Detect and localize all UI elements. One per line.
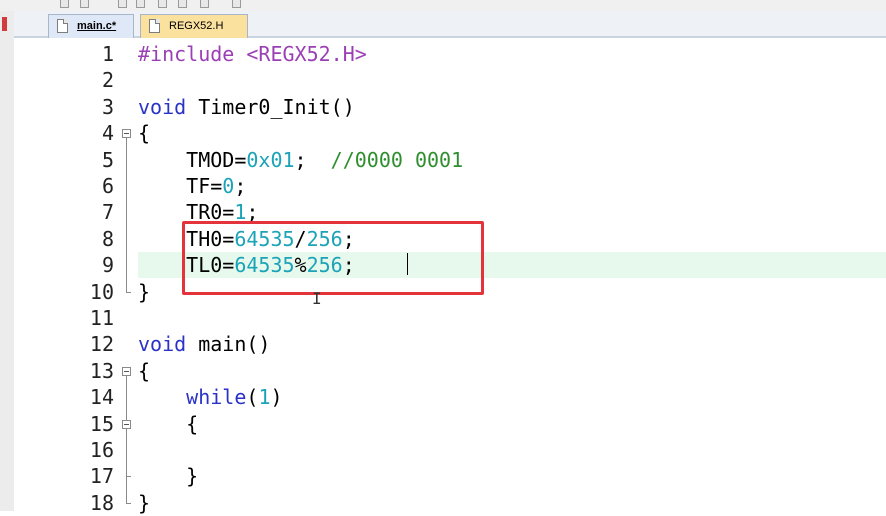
code-line[interactable]: { [138, 120, 150, 146]
code-token: //0000 0001 [330, 147, 464, 172]
tab-regx52-h[interactable]: REGX52.H [140, 14, 248, 38]
code-token: { [138, 358, 151, 383]
ibeam-cursor-icon: I [312, 289, 322, 308]
highlight-annotation-box [182, 221, 484, 295]
editor-tabbar: main.c* REGX52.H [14, 11, 886, 38]
code-token: ; [294, 147, 331, 172]
line-number: 10 [89, 279, 114, 304]
code-token: main() [186, 332, 271, 357]
toolbar-icon[interactable] [158, 0, 167, 8]
code-token: 0x01 [246, 147, 295, 172]
line-number: 12 [89, 332, 114, 357]
fold-guide [126, 428, 127, 477]
toolbar-icon[interactable] [232, 0, 241, 8]
line-number: 1 [101, 42, 114, 66]
code-token: while [186, 385, 247, 410]
project-panel-edge [0, 11, 15, 511]
code-token: ( [246, 385, 259, 410]
toolbar-icon[interactable] [80, 0, 89, 8]
code-line[interactable]: #include <REGX52.H> [138, 41, 367, 67]
fold-toggle-icon[interactable] [122, 129, 131, 139]
line-number: 17 [89, 464, 114, 489]
code-token: 1 [258, 385, 271, 410]
line-number: 18 [89, 490, 114, 515]
tab-main-c[interactable]: main.c* [48, 14, 134, 38]
header-file-icon [149, 19, 160, 33]
code-line[interactable]: void main() [138, 331, 270, 357]
line-number: 8 [101, 226, 114, 251]
line-number: 6 [101, 174, 114, 198]
fold-guide [126, 138, 127, 292]
code-token: { [138, 121, 151, 146]
line-number: 3 [101, 94, 114, 119]
line-number: 15 [89, 411, 114, 436]
code-line[interactable]: while(1) [138, 384, 283, 410]
code-token: } [138, 464, 199, 489]
line-number: 11 [89, 306, 114, 330]
code-token: } [138, 490, 151, 515]
text-caret [407, 253, 408, 275]
marker-icon [2, 17, 7, 31]
code-line[interactable]: { [138, 358, 150, 384]
tab-label: REGX52.H [169, 20, 224, 32]
fold-guide-end [126, 476, 131, 478]
toolbar-icon[interactable] [60, 0, 69, 8]
line-number: 9 [101, 253, 114, 278]
line-number: 13 [89, 358, 114, 383]
code-token: #include <REGX52.H> [138, 42, 367, 66]
code-token: ) [270, 385, 283, 410]
code-token: ; [234, 174, 247, 198]
code-line[interactable]: void Timer0_Init() [138, 94, 355, 120]
code-token: Timer0_Init() [186, 94, 355, 119]
code-token: 0 [222, 174, 235, 198]
toolbar-icon[interactable] [118, 0, 127, 8]
toolbar-icon[interactable] [136, 0, 145, 8]
toolbar-icon[interactable] [178, 0, 187, 8]
line-number: 7 [101, 200, 114, 225]
c-file-icon [57, 19, 68, 33]
toolbar-icon[interactable] [200, 0, 209, 8]
line-number: 16 [89, 438, 114, 462]
code-token: TF= [138, 174, 223, 198]
fold-toggle-icon[interactable] [122, 419, 131, 429]
line-number: 5 [101, 147, 114, 172]
line-number: 4 [101, 121, 114, 146]
tab-label: main.c* [77, 20, 117, 32]
line-number: 2 [101, 68, 114, 93]
code-token: void [138, 94, 187, 119]
fold-guide-end [126, 502, 131, 504]
line-number: 14 [89, 385, 114, 410]
code-line[interactable]: } [138, 490, 150, 516]
code-line[interactable]: { [138, 411, 198, 437]
fold-toggle-icon[interactable] [122, 366, 131, 376]
code-token: { [138, 411, 199, 436]
code-line[interactable]: } [138, 279, 150, 305]
code-line[interactable]: TF=0; [138, 173, 246, 199]
code-line[interactable]: } [138, 463, 198, 489]
code-token: } [138, 279, 151, 304]
code-line[interactable]: TMOD=0x01; //0000 0001 [138, 147, 463, 173]
code-token: TMOD= [138, 147, 247, 172]
code-token: void [138, 332, 187, 357]
fold-guide-end [126, 291, 131, 293]
